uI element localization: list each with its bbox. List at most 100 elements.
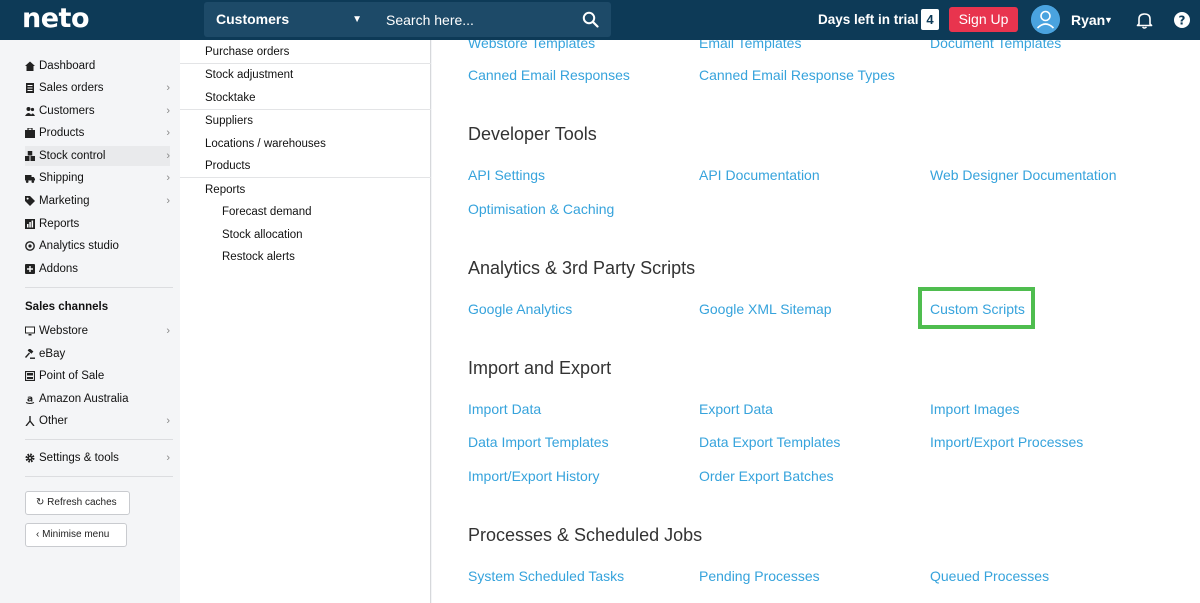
submenu-item-stocktake[interactable]: Stocktake	[205, 91, 256, 105]
nav-item-other[interactable]: Other ›	[25, 411, 170, 431]
submenu-item-suppliers[interactable]: Suppliers	[205, 114, 253, 128]
nav-item-label: Customers	[39, 105, 95, 117]
stock-icon	[25, 151, 35, 161]
refresh-caches-button[interactable]: ↻ Refresh caches	[25, 491, 130, 515]
chevron-right-icon: ›	[166, 415, 170, 427]
submenu-item-reports[interactable]: Reports	[205, 183, 245, 197]
nav-item-label: Products	[39, 127, 85, 139]
submenu-item-forecast-demand[interactable]: Forecast demand	[222, 205, 312, 219]
link-import-export-processes[interactable]: Import/Export Processes	[930, 433, 1083, 451]
link-google-xml-sitemap[interactable]: Google XML Sitemap	[699, 300, 832, 318]
nav-item-label: Stock control	[39, 150, 106, 162]
nav-item-products[interactable]: Products ›	[25, 123, 170, 143]
nav-item-label: Shipping	[39, 172, 84, 184]
link-data-export-templates[interactable]: Data Export Templates	[699, 433, 840, 451]
chevron-right-icon: ›	[166, 195, 170, 207]
caret-down-icon: ▼	[352, 14, 362, 25]
nav-item-label: Dashboard	[39, 60, 96, 72]
link-document-templates[interactable]: Document Templates	[930, 40, 1061, 52]
nav-item-settings-tools[interactable]: Settings & tools ›	[25, 448, 170, 468]
link-import-data[interactable]: Import Data	[468, 400, 541, 418]
link-canned-email-response-types[interactable]: Canned Email Response Types	[699, 66, 895, 84]
monitor-icon	[25, 326, 35, 336]
link-order-export-batches[interactable]: Order Export Batches	[699, 467, 834, 485]
nav-item-stock-control[interactable]: Stock control ›	[25, 146, 170, 166]
divider	[25, 476, 173, 477]
section-title-analytics-scripts: Analytics & 3rd Party Scripts	[468, 258, 696, 278]
section-dropdown[interactable]: Customers ▼	[204, 2, 372, 37]
link-custom-scripts[interactable]: Custom Scripts	[930, 300, 1025, 318]
avatar[interactable]	[1031, 5, 1060, 34]
submenu-item-locations-warehouses[interactable]: Locations / warehouses	[205, 137, 326, 151]
chart-icon	[25, 219, 35, 229]
chevron-right-icon: ›	[166, 325, 170, 337]
link-web-designer-documentation[interactable]: Web Designer Documentation	[930, 166, 1117, 184]
nav-item-ebay[interactable]: eBay	[25, 344, 170, 364]
link-system-scheduled-tasks[interactable]: System Scheduled Tasks	[468, 567, 624, 585]
sign-up-button[interactable]: Sign Up	[949, 7, 1018, 32]
user-menu[interactable]: Ryan	[1071, 0, 1105, 40]
products-icon	[25, 128, 35, 138]
nav-item-reports[interactable]: Reports	[25, 214, 170, 234]
nav-item-customers[interactable]: Customers ›	[25, 101, 170, 121]
home-icon	[25, 61, 35, 71]
link-data-import-templates[interactable]: Data Import Templates	[468, 433, 609, 451]
nav-item-analytics-studio[interactable]: Analytics studio	[25, 236, 170, 256]
submenu-item-stock-allocation[interactable]: Stock allocation	[222, 228, 303, 242]
submenu-item-purchase-orders[interactable]: Purchase orders	[205, 45, 289, 59]
submenu-item-stock-adjustment[interactable]: Stock adjustment	[205, 68, 293, 82]
minimise-menu-button[interactable]: ‹ Minimise menu	[25, 523, 127, 547]
nav-item-label: Webstore	[39, 325, 89, 337]
nav-item-shipping[interactable]: Shipping ›	[25, 168, 170, 188]
nav-item-marketing[interactable]: Marketing ›	[25, 191, 170, 211]
search-box	[372, 2, 611, 37]
divider	[180, 63, 431, 64]
caret-down-icon[interactable]: ▼	[1104, 0, 1113, 40]
sales-channels-heading: Sales channels	[25, 301, 109, 313]
link-optimisation-caching[interactable]: Optimisation & Caching	[468, 200, 614, 218]
bell-icon[interactable]	[1136, 11, 1153, 29]
nav-item-label: Analytics studio	[39, 240, 119, 252]
link-import-images[interactable]: Import Images	[930, 400, 1019, 418]
link-email-templates[interactable]: Email Templates	[699, 40, 801, 52]
submenu-item-restock-alerts[interactable]: Restock alerts	[222, 250, 295, 264]
nav-item-label: eBay	[39, 348, 66, 360]
chevron-right-icon: ›	[166, 82, 170, 94]
branch-icon	[25, 416, 35, 426]
link-canned-email-responses[interactable]: Canned Email Responses	[468, 66, 630, 84]
nav-item-dashboard[interactable]: Dashboard	[25, 56, 170, 76]
nav-item-sales-orders[interactable]: Sales orders ›	[25, 78, 170, 98]
analytics-icon	[25, 241, 35, 251]
chevron-right-icon: ›	[166, 105, 170, 117]
link-export-data[interactable]: Export Data	[699, 400, 773, 418]
nav-item-webstore[interactable]: Webstore ›	[25, 321, 170, 341]
section-title-processes-jobs: Processes & Scheduled Jobs	[468, 525, 703, 545]
pos-icon	[25, 371, 35, 381]
svg-text:?: ?	[1179, 14, 1186, 28]
link-queued-processes[interactable]: Queued Processes	[930, 567, 1049, 585]
nav-item-addons[interactable]: Addons	[25, 259, 170, 279]
help-icon[interactable]: ?	[1174, 12, 1190, 28]
nav-item-amazon-australia[interactable]: a Amazon Australia	[25, 389, 170, 409]
link-google-analytics[interactable]: Google Analytics	[468, 300, 572, 318]
section-title-import-export: Import and Export	[468, 358, 612, 378]
section-dropdown-label: Customers	[216, 11, 290, 27]
nav-item-point-of-sale[interactable]: Point of Sale	[25, 366, 170, 386]
trial-text: Days left in trial	[818, 12, 919, 27]
search-icon[interactable]	[582, 11, 599, 28]
chevron-right-icon: ›	[166, 452, 170, 464]
link-import-export-history[interactable]: Import/Export History	[468, 467, 599, 485]
link-api-settings[interactable]: API Settings	[468, 166, 545, 184]
link-webstore-templates[interactable]: Webstore Templates	[468, 40, 595, 52]
link-pending-processes[interactable]: Pending Processes	[699, 567, 820, 585]
submenu-item-products[interactable]: Products	[205, 159, 250, 173]
divider	[25, 439, 173, 440]
search-input[interactable]	[372, 2, 572, 37]
divider	[180, 177, 431, 178]
link-api-documentation[interactable]: API Documentation	[699, 166, 820, 184]
truck-icon	[25, 175, 35, 183]
refresh-icon: ↻	[36, 497, 45, 508]
tag-icon	[25, 196, 35, 206]
amazon-icon: a	[25, 395, 35, 404]
neto-logo[interactable]: neto	[22, 3, 90, 35]
